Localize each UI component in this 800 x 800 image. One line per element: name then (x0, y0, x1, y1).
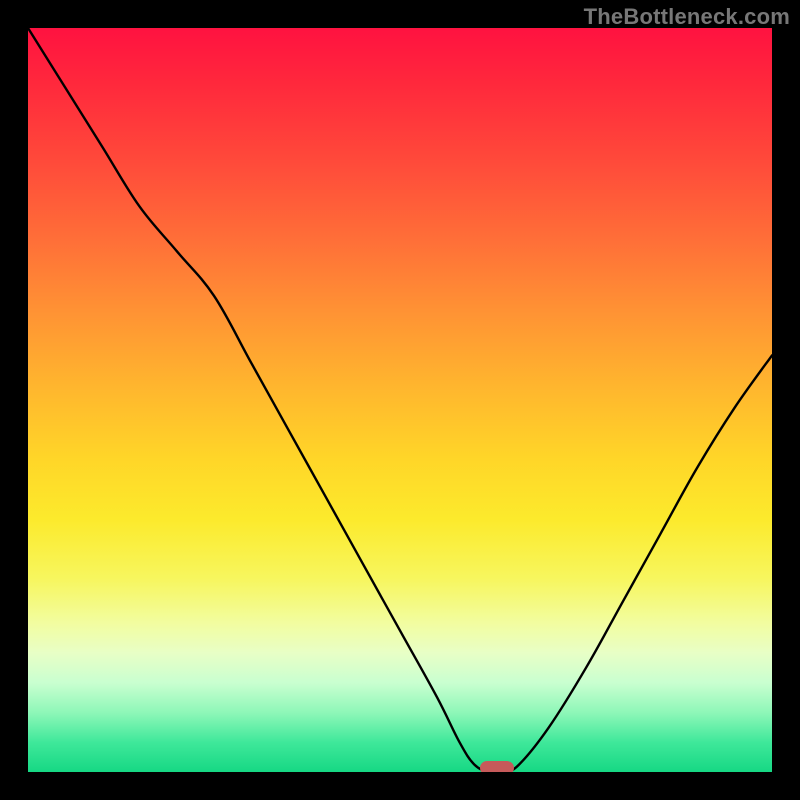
plot-area (28, 28, 772, 772)
watermark-text: TheBottleneck.com (584, 4, 790, 30)
optimal-point-marker (480, 761, 514, 772)
line-chart-svg (28, 28, 772, 772)
bottleneck-curve-line (28, 28, 772, 772)
chart-frame: TheBottleneck.com (0, 0, 800, 800)
